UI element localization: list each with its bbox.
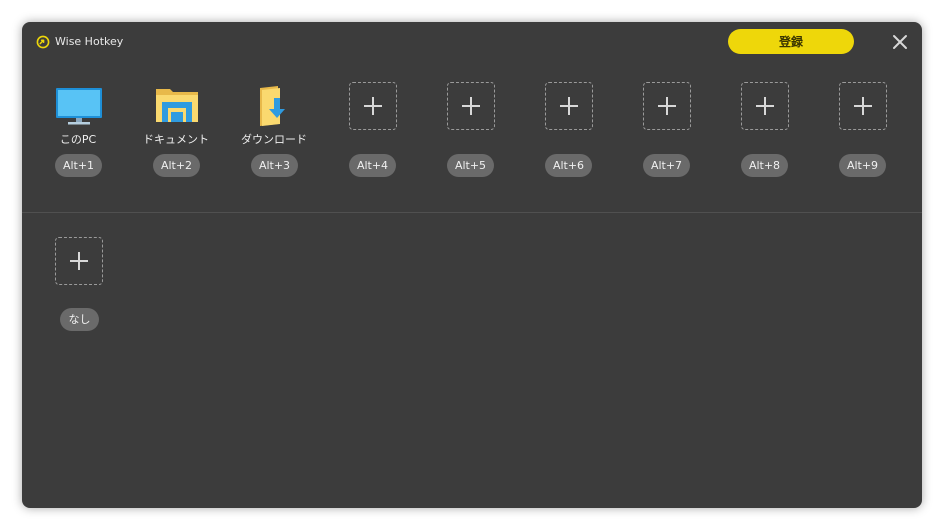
add-shortcut-button[interactable] [643, 82, 691, 130]
hotkey-badge[interactable]: Alt+1 [55, 154, 102, 177]
favorite-slot-3[interactable]: ダウンロード Alt+3 [234, 82, 314, 202]
hotkey-badge[interactable]: Alt+8 [741, 154, 788, 177]
favorite-slot-5[interactable]: Alt+5 [430, 82, 510, 202]
add-shortcut-button[interactable] [349, 82, 397, 130]
favorite-label: このPC [59, 133, 97, 146]
hotkey-badge[interactable]: なし [60, 308, 99, 331]
documents-folder-icon [156, 89, 198, 122]
hotkey-badge[interactable]: Alt+3 [251, 154, 298, 177]
hotkey-badge[interactable]: Alt+4 [349, 154, 396, 177]
downloads-folder-icon [260, 86, 285, 126]
favorite-slot-1[interactable]: このPC Alt+1 [38, 82, 118, 202]
add-shortcut-button[interactable] [741, 82, 789, 130]
favorite-slot-4[interactable]: Alt+4 [332, 82, 412, 202]
favorite-slot-8[interactable]: Alt+8 [724, 82, 804, 202]
favorite-slot-6[interactable]: Alt+6 [528, 82, 608, 202]
hotkey-badge[interactable]: Alt+2 [153, 154, 200, 177]
app-title: Wise Hotkey [55, 35, 124, 48]
add-shortcut-button[interactable] [839, 82, 887, 130]
wise-logo-icon [36, 35, 50, 49]
add-shortcut-button[interactable] [545, 82, 593, 130]
hotkey-badge[interactable]: Alt+6 [545, 154, 592, 177]
register-button[interactable]: 登録 [728, 29, 854, 54]
add-shortcut-button[interactable] [55, 237, 103, 285]
section-divider [22, 212, 922, 213]
monitor-icon [56, 88, 102, 125]
favorite-slot-9[interactable]: Alt+9 [822, 82, 902, 202]
add-shortcut-button[interactable] [447, 82, 495, 130]
favorite-slot-7[interactable]: Alt+7 [626, 82, 706, 202]
close-icon[interactable] [891, 33, 909, 51]
hotkey-badge[interactable]: Alt+7 [643, 154, 690, 177]
hotkey-badge[interactable]: Alt+9 [839, 154, 886, 177]
favorite-slot-2[interactable]: ドキュメント Alt+2 [136, 82, 216, 202]
favorite-label: ダウンロード [241, 133, 307, 146]
hotkey-badge[interactable]: Alt+5 [447, 154, 494, 177]
extra-slot-1[interactable]: なし [38, 237, 118, 357]
favorite-label: ドキュメント [143, 133, 209, 146]
wise-hotkey-window: Wise Hotkey 登録 このPC Alt+1 ドキュメント Alt+2 ダ… [22, 22, 922, 508]
title-bar: Wise Hotkey 登録 [22, 22, 922, 62]
